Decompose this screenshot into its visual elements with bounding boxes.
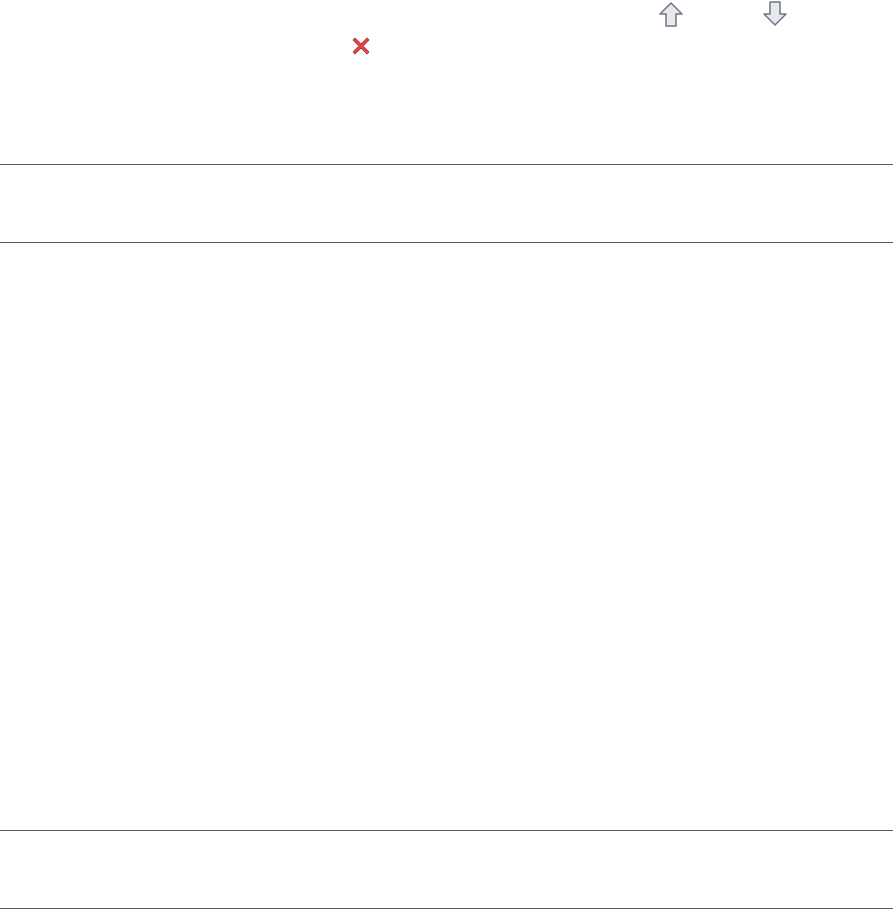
delete-icon[interactable] <box>350 35 372 57</box>
empty-row-2 <box>0 831 893 908</box>
move-down-icon[interactable] <box>761 0 789 28</box>
row-divider-bottom <box>0 908 893 909</box>
page <box>0 0 893 910</box>
empty-content-area <box>0 243 893 830</box>
empty-row-1 <box>0 165 893 242</box>
move-up-icon[interactable] <box>656 0 686 30</box>
